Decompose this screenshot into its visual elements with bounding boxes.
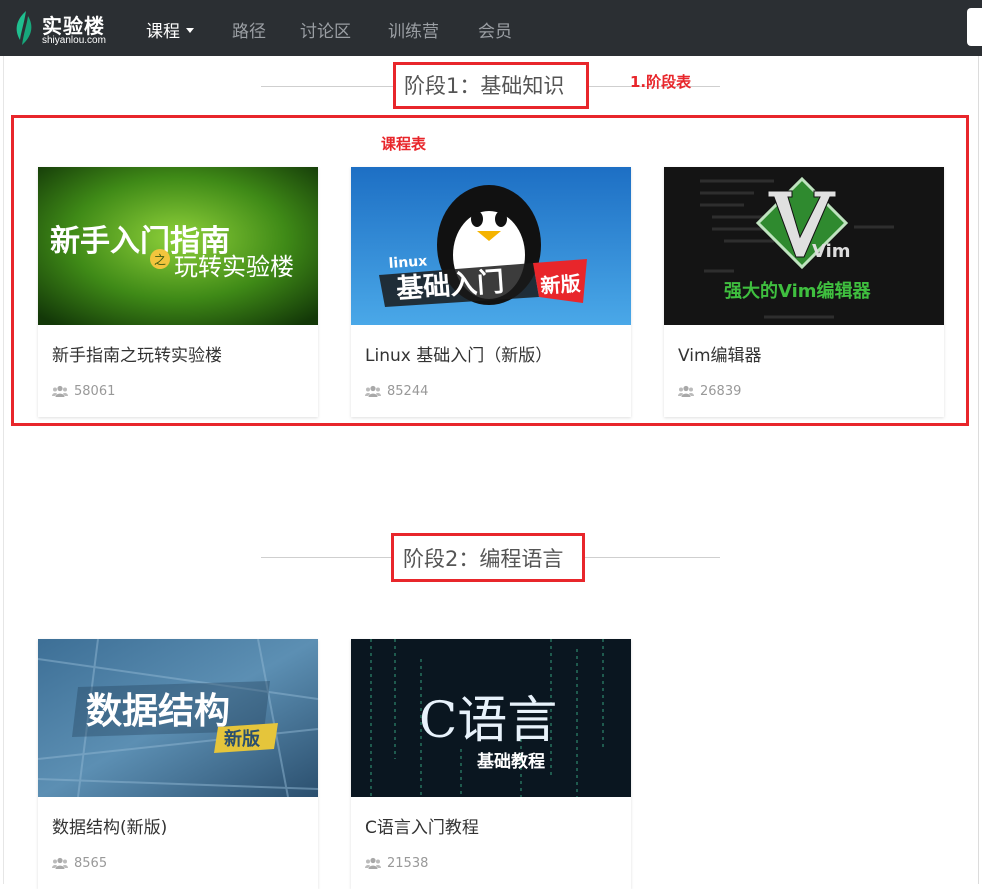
site-logo[interactable]: 实验楼 shiyanlou.com <box>10 8 120 48</box>
nav-item-forum[interactable]: 讨论区 <box>300 17 351 42</box>
user-count-value: 21538 <box>387 856 429 871</box>
nav-item-bootcamp[interactable]: 训练营 <box>388 17 439 42</box>
nav-item-courses[interactable]: 课程 <box>146 17 194 42</box>
users-icon <box>365 385 381 397</box>
nav-item-paths[interactable]: 路径 <box>232 17 266 42</box>
annotation-course-table: 课程表 <box>381 135 427 153</box>
svg-text:之: 之 <box>154 253 166 267</box>
users-icon <box>678 385 694 397</box>
svg-text:linux: linux <box>388 253 428 272</box>
user-count-value: 58061 <box>74 384 116 399</box>
course-title: 新手指南之玩转实验楼 <box>52 346 222 366</box>
users-icon <box>365 857 381 869</box>
course-card[interactable]: 数据结构 新版 数据结构(新版) 8565 <box>38 639 318 889</box>
svg-text:玩转实验楼: 玩转实验楼 <box>174 253 294 281</box>
course-user-count: 58061 <box>52 384 115 399</box>
users-icon <box>52 385 68 397</box>
course-cover-image: 新手入门指南 之 玩转实验楼 <box>38 167 318 325</box>
page-edge <box>3 56 4 884</box>
course-user-count: 26839 <box>678 384 741 399</box>
course-card[interactable]: linux 基础入门 新版 Linux 基础入门（新版） 85244 <box>351 167 631 417</box>
svg-text:C语言: C语言 <box>419 691 557 749</box>
course-title: 数据结构(新版) <box>52 818 168 838</box>
users-icon <box>52 857 68 869</box>
course-title: Linux 基础入门（新版） <box>365 346 553 366</box>
nav-item-label: 课程 <box>146 22 180 42</box>
user-count-value: 85244 <box>387 384 429 399</box>
svg-text:Vim: Vim <box>812 241 851 262</box>
course-card[interactable]: Vim 强大的Vim编辑器 Vim编辑器 26839 <box>664 167 944 417</box>
course-title: Vim编辑器 <box>678 346 762 366</box>
course-user-count: 21538 <box>365 856 428 871</box>
top-navbar: 实验楼 shiyanlou.com 课程 路径 讨论区 训练营 会员 <box>0 0 982 56</box>
course-cover-image: Vim 强大的Vim编辑器 <box>664 167 944 325</box>
chevron-down-icon <box>186 27 194 33</box>
page-edge <box>978 56 979 884</box>
stage-title: 阶段2：编程语言 <box>403 547 564 571</box>
logo-leaf-icon <box>16 11 32 45</box>
annotation-stage-table: 1.阶段表 <box>630 73 692 91</box>
svg-text:新版: 新版 <box>540 271 582 298</box>
course-cover-image: linux 基础入门 新版 <box>351 167 631 325</box>
course-user-count: 8565 <box>52 856 107 871</box>
user-count-value: 26839 <box>700 384 742 399</box>
course-user-count: 85244 <box>365 384 428 399</box>
course-title: C语言入门教程 <box>365 818 479 838</box>
user-count-value: 8565 <box>74 856 108 871</box>
svg-text:基础教程: 基础教程 <box>476 751 545 772</box>
course-cover-image: C语言 基础教程 <box>351 639 631 797</box>
course-cover-image: 数据结构 新版 <box>38 639 318 797</box>
nav-item-membership[interactable]: 会员 <box>478 17 512 42</box>
svg-text:新版: 新版 <box>224 728 260 750</box>
svg-text:强大的Vim编辑器: 强大的Vim编辑器 <box>724 280 872 302</box>
search-input[interactable] <box>967 8 982 46</box>
stage-title: 阶段1：基础知识 <box>404 74 565 98</box>
logo-subtitle: shiyanlou.com <box>42 35 106 46</box>
course-card[interactable]: 新手入门指南 之 玩转实验楼 新手指南之玩转实验楼 58061 <box>38 167 318 417</box>
course-card[interactable]: C语言 基础教程 C语言入门教程 21538 <box>351 639 631 889</box>
svg-text:数据结构: 数据结构 <box>86 691 230 732</box>
